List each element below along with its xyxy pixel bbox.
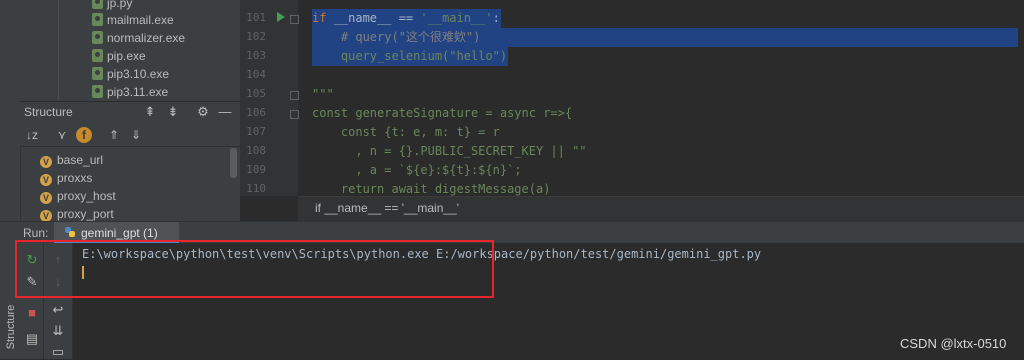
run-gutter-icon[interactable]: [277, 12, 285, 22]
fold-marker-icon[interactable]: [290, 15, 299, 24]
structure-item[interactable]: Vproxy_host: [40, 187, 116, 205]
code-line-102[interactable]: # query("这个很难欸"): [312, 28, 480, 47]
exe-file-icon: [92, 67, 103, 80]
structure-vertical-tab-label: Structure: [5, 304, 17, 350]
code-token: __name__ ==: [333, 11, 421, 25]
file-name: jp.py: [107, 0, 133, 10]
exe-file-icon: [92, 49, 103, 62]
code-line-105[interactable]: """: [312, 85, 334, 104]
watermark: CSDN @lxtx-0510: [900, 336, 1007, 351]
show-inherited-icon[interactable]: ⋎: [54, 127, 70, 143]
collapse-all-icon[interactable]: ⇟: [166, 105, 180, 119]
file-item[interactable]: pip.exe: [92, 47, 146, 65]
structure-item-label: proxy_host: [57, 189, 116, 203]
code-line-107[interactable]: const {t: e, m: t} = r: [312, 123, 500, 142]
file-name: pip3.11.exe: [107, 85, 169, 99]
structure-scrollbar[interactable]: [230, 148, 237, 178]
structure-title: Structure: [24, 105, 73, 119]
navigate-up-icon[interactable]: ⇑: [106, 127, 122, 143]
exe-file-icon: [92, 85, 103, 98]
code-line-106[interactable]: const generateSignature = async r=>{: [312, 104, 572, 123]
line-number: 103: [246, 49, 266, 62]
structure-header: Structure ⇞ ⇟ ⚙ —: [20, 101, 240, 124]
string-token: "hello": [449, 49, 500, 63]
structure-toolbar: ↓z ⋎ f ⇑ ⇓: [20, 124, 240, 147]
structure-item-label: base_url: [57, 153, 104, 167]
code-token: ): [499, 49, 508, 63]
sort-alpha-icon[interactable]: ↓z: [24, 127, 40, 143]
fold-marker-icon[interactable]: [290, 91, 299, 100]
stop-icon[interactable]: ■: [24, 305, 40, 321]
file-item[interactable]: mailmail.exe: [92, 11, 174, 29]
breadcrumb[interactable]: if __name__ == '__main__': [315, 201, 459, 215]
file-item[interactable]: normalizer.exe: [92, 29, 185, 47]
structure-item-label: proxy_port: [57, 207, 114, 221]
line-number: 106: [246, 106, 266, 119]
print-icon[interactable]: ▭: [50, 344, 66, 360]
red-annotation-box: [15, 240, 494, 298]
line-number: 105: [246, 87, 266, 100]
string-token: '__main__': [420, 11, 493, 25]
layout-icon[interactable]: ▤: [24, 331, 40, 347]
structure-item[interactable]: Vproxxs: [40, 169, 92, 187]
variable-icon: V: [40, 174, 52, 186]
function-call: query_selenium(: [312, 49, 450, 63]
minimize-icon[interactable]: —: [218, 105, 232, 119]
file-name: normalizer.exe: [107, 31, 186, 45]
variable-icon: V: [40, 192, 52, 204]
file-item[interactable]: pip3.10.exe: [92, 65, 169, 83]
structure-item-label: proxxs: [57, 171, 93, 185]
run-label: Run:: [23, 226, 49, 240]
code-line-109[interactable]: , a = `${e}:${t}:${n}`;: [312, 161, 521, 180]
line-number: 110: [246, 182, 266, 195]
fold-marker-icon[interactable]: [290, 110, 299, 119]
tree-guide-line: [58, 0, 59, 100]
scroll-to-end-icon[interactable]: ⇊: [50, 323, 66, 339]
keyword-if: if: [312, 11, 334, 25]
exe-file-icon: [92, 31, 103, 44]
line-number: 104: [246, 68, 266, 81]
python-icon: [65, 227, 75, 237]
variable-icon: V: [40, 156, 52, 168]
structure-item[interactable]: Vbase_url: [40, 151, 103, 169]
line-number: 102: [246, 30, 266, 43]
show-fields-icon[interactable]: f: [76, 127, 92, 143]
code-line-101[interactable]: if __name__ == '__main__':: [312, 9, 501, 28]
navigate-down-icon[interactable]: ⇓: [128, 127, 144, 143]
file-name: pip.exe: [107, 49, 146, 63]
soft-wrap-icon[interactable]: ↩: [50, 302, 66, 318]
file-name: pip3.10.exe: [107, 67, 170, 81]
file-item[interactable]: pip3.11.exe: [92, 83, 168, 101]
run-tab-label: gemini_gpt (1): [81, 226, 158, 240]
line-number: 108: [246, 144, 266, 157]
file-name: mailmail.exe: [107, 13, 174, 27]
python-file-icon: [92, 0, 103, 9]
gear-icon[interactable]: ⚙: [196, 105, 210, 119]
line-number: 109: [246, 163, 266, 176]
exe-file-icon: [92, 13, 103, 26]
line-number: 107: [246, 125, 266, 138]
code-token: :: [492, 11, 500, 25]
editor-scrollbar[interactable]: [1018, 0, 1024, 196]
expand-all-icon[interactable]: ⇞: [143, 105, 157, 119]
code-line-108[interactable]: , n = {}.PUBLIC_SECRET_KEY || "": [312, 142, 586, 161]
code-line-103[interactable]: query_selenium("hello"): [312, 47, 508, 66]
line-number: 101: [246, 11, 266, 24]
